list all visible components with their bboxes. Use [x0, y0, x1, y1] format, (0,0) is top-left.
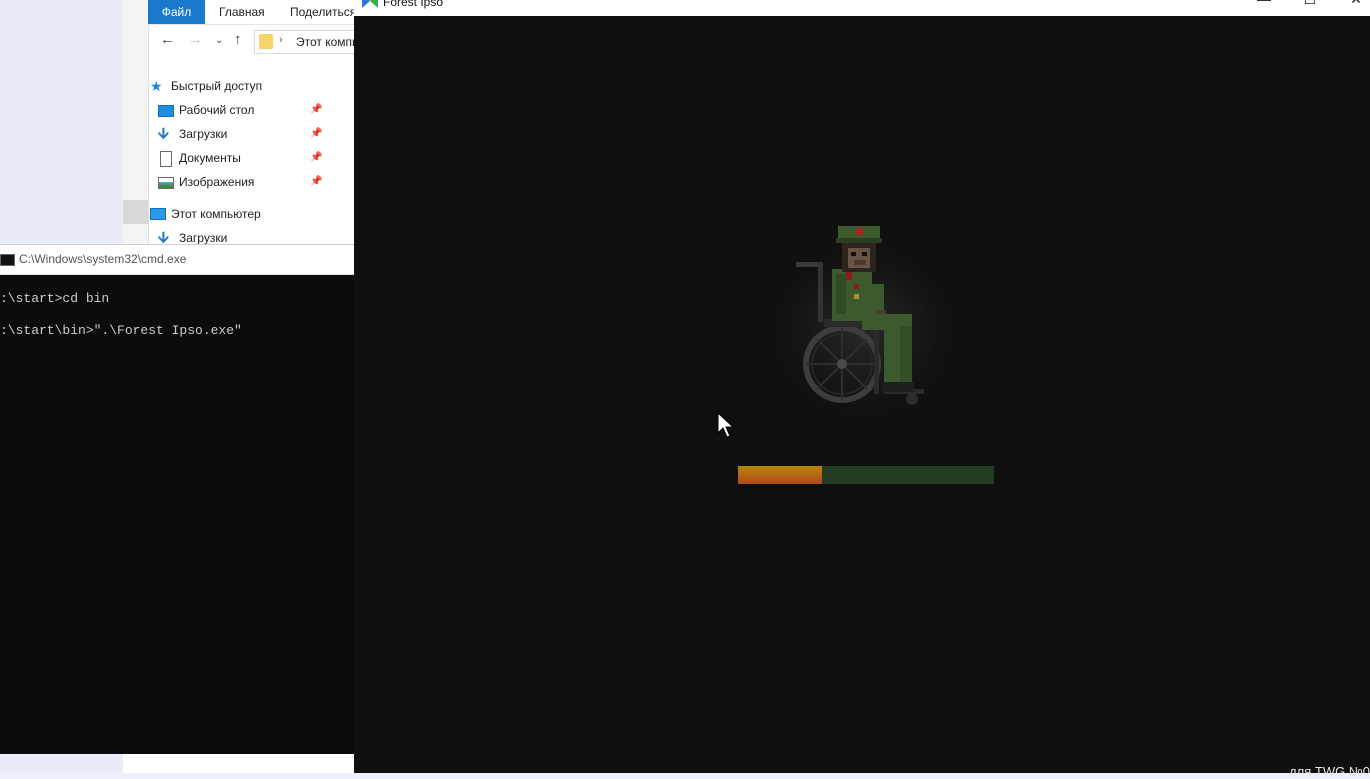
cmd-line-2: :\start\bin>".\Forest Ipso.exe" — [0, 323, 242, 338]
maximize-icon[interactable]: ☐ — [1295, 0, 1325, 11]
recent-locations-chevron-icon[interactable]: ⌄ — [215, 35, 223, 46]
pin-icon[interactable]: 📌 — [310, 146, 322, 170]
desktop-background-bottom — [0, 754, 123, 773]
computer-icon — [150, 208, 166, 220]
nav-label: Быстрый доступ — [171, 79, 263, 93]
nav-label: Загрузки — [179, 127, 228, 141]
cmd-title: C:\Windows\system32\cmd.exe — [19, 252, 187, 266]
explorer-ribbon: Файл Главная Поделиться — [148, 0, 354, 25]
tab-share[interactable]: Поделиться — [290, 0, 354, 24]
document-icon — [160, 151, 172, 167]
character-in-wheelchair-illustration — [796, 226, 924, 405]
game-canvas[interactable]: для TWG №0 — [354, 16, 1370, 779]
loading-progress-bar — [738, 466, 994, 484]
tab-home[interactable]: Главная — [219, 0, 265, 24]
cmd-title-bar[interactable]: C:\Windows\system32\cmd.exe — [0, 245, 354, 275]
forward-arrow-icon[interactable]: → — [188, 31, 203, 48]
star-icon: ★ — [150, 78, 163, 94]
explorer-bottom — [123, 754, 354, 773]
watermark-text: для TWG №0 — [1289, 764, 1370, 779]
address-bar[interactable]: › Этот компь — [254, 30, 354, 54]
nav-label: Этот компьютер — [171, 207, 261, 221]
pin-icon[interactable]: 📌 — [310, 98, 322, 122]
desktop-icon — [158, 105, 174, 117]
cmd-line-1: :\start>cd bin — [0, 291, 110, 306]
up-arrow-icon[interactable]: ↑ — [234, 31, 242, 48]
close-icon[interactable]: ✕ — [1341, 0, 1370, 11]
download-arrow-icon: 🡫 — [158, 125, 169, 142]
mouse-cursor-icon — [717, 412, 735, 438]
address-path: Этот компь — [296, 35, 354, 49]
folder-icon — [259, 34, 273, 49]
breadcrumb-chevron-icon: › — [279, 34, 283, 46]
pictures-icon — [158, 177, 174, 189]
cmd-icon — [0, 254, 15, 266]
loading-progress-fill — [738, 466, 823, 484]
download-arrow-icon: 🡫 — [158, 229, 169, 246]
pin-icon[interactable]: 📌 — [310, 122, 322, 146]
tab-file[interactable]: Файл — [148, 0, 205, 24]
game-title-bar[interactable]: Forest Ipso — ☐ ✕ — [354, 0, 1370, 16]
nav-label: Документы — [179, 151, 241, 165]
minimize-icon[interactable]: — — [1249, 0, 1279, 11]
game-window[interactable]: Forest Ipso — ☐ ✕ — [354, 0, 1370, 779]
app-logo-icon — [362, 0, 378, 8]
nav-label: Изображения — [179, 175, 255, 189]
address-row: ← → ⌄ ↑ › Этот компь — [148, 27, 354, 55]
nav-label: Рабочий стол — [179, 103, 255, 117]
cmd-window[interactable]: C:\Windows\system32\cmd.exe :\start>cd b… — [0, 244, 354, 755]
pin-icon[interactable]: 📌 — [310, 170, 322, 194]
game-title: Forest Ipso — [383, 0, 444, 9]
back-arrow-icon[interactable]: ← — [160, 31, 175, 48]
